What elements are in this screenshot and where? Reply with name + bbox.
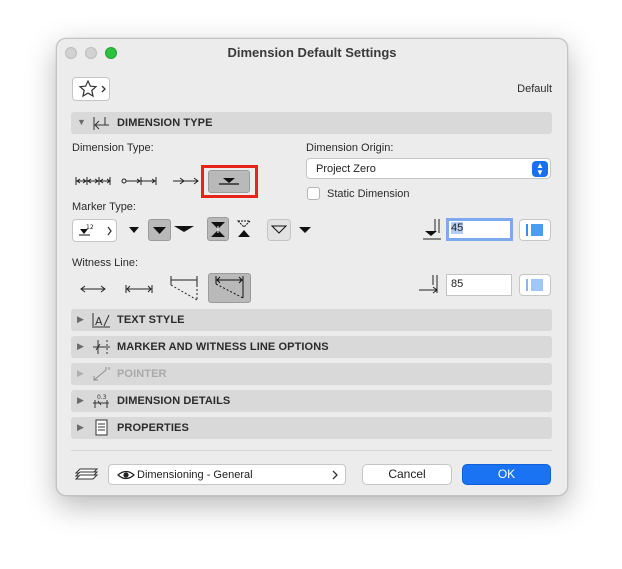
witness-length-field[interactable]: 85 (446, 274, 512, 296)
color-swatch (531, 279, 543, 291)
title-bar: Dimension Default Settings (57, 39, 567, 67)
expanded-triangle-icon: ▼ (77, 117, 86, 127)
marker-wide-icon[interactable] (173, 223, 195, 235)
section-label: POINTER (117, 368, 167, 380)
pen-indicator (526, 224, 528, 236)
witness-length-icon (419, 275, 438, 294)
section-label: DIMENSION TYPE (117, 117, 213, 129)
eye-icon (117, 470, 135, 480)
marker-filled-large-button[interactable] (148, 219, 171, 241)
witness-line-short-icon[interactable] (124, 282, 154, 296)
dimension-origin-value: Project Zero (316, 163, 376, 175)
section-text-style[interactable]: ▶ A TEXT STYLE (71, 309, 552, 331)
collapsed-triangle-icon: ▶ (77, 368, 84, 378)
marker-type-selector[interactable]: 12 (72, 219, 117, 242)
window-title: Dimension Default Settings (227, 45, 397, 60)
marker-angle-icon (423, 219, 441, 240)
marker-solid-small-icon[interactable] (298, 225, 312, 235)
layers-icon (74, 468, 99, 480)
svg-text:0.3: 0.3 (97, 394, 107, 401)
marker-type-label: Marker Type: (72, 201, 136, 213)
pointer-icon (93, 367, 110, 381)
marker-pen-color-button[interactable] (519, 219, 551, 241)
section-dimension-details[interactable]: ▶ 0.3 DIMENSION DETAILS (71, 390, 552, 412)
marker-angle-field[interactable]: 45 (446, 218, 513, 241)
svg-text:12: 12 (86, 224, 94, 231)
witness-line-full-icon (215, 276, 244, 299)
marker-preview-icon: 12 (79, 224, 112, 236)
star-icon (78, 79, 106, 98)
static-dimension-label: Static Dimension (327, 188, 410, 200)
section-dimension-type[interactable]: ▼ DIMENSION TYPE (71, 112, 552, 134)
marker-outline-icon (270, 225, 288, 234)
footer-divider (71, 450, 552, 451)
preset-name: Default (517, 83, 552, 95)
witness-line-dashed-icon[interactable] (169, 275, 199, 303)
witness-length-value: 85 (451, 278, 464, 290)
section-label: DIMENSION DETAILS (117, 395, 231, 407)
cancel-button[interactable]: Cancel (362, 464, 452, 485)
marker-hourglass-icon[interactable] (236, 218, 252, 240)
layer-select[interactable]: Dimensioning - General (108, 464, 346, 485)
collapsed-triangle-icon: ▶ (77, 341, 84, 351)
section-label: MARKER AND WITNESS LINE OPTIONS (117, 341, 329, 353)
document-icon (95, 419, 108, 436)
dimension-origin-select[interactable]: Project Zero ▲ ▼ (306, 158, 551, 179)
collapsed-triangle-icon: ▶ (77, 314, 84, 324)
marker-filled-large-icon (153, 227, 166, 234)
dimension-type-icon (93, 117, 109, 130)
favorites-button[interactable] (72, 77, 110, 101)
dimension-type-linear-icon[interactable] (75, 174, 111, 188)
dimension-type-cumulative-icon[interactable] (121, 174, 157, 188)
marker-witness-icon (93, 340, 110, 354)
dimension-type-label: Dimension Type: (72, 142, 154, 154)
dimension-type-elevation-icon[interactable] (172, 174, 200, 188)
marker-hatched-icon (211, 222, 225, 237)
section-marker-witness[interactable]: ▶ MARKER AND WITNESS LINE OPTIONS (71, 336, 552, 358)
section-properties[interactable]: ▶ PROPERTIES (71, 417, 552, 439)
color-swatch (531, 224, 543, 236)
chevron-updown-icon: ▲ ▼ (532, 161, 548, 177)
section-label: PROPERTIES (117, 422, 189, 434)
collapsed-triangle-icon: ▶ (77, 395, 84, 405)
section-pointer: ▶ POINTER (71, 363, 552, 385)
dialog-window: Dimension Default Settings Default ▼ DIM… (56, 38, 568, 496)
static-dimension-checkbox[interactable] (307, 187, 320, 200)
witness-pen-color-button[interactable] (519, 274, 551, 296)
ok-button[interactable]: OK (462, 464, 551, 485)
marker-filled-small-icon[interactable] (127, 224, 141, 236)
witness-line-none-icon[interactable] (79, 283, 107, 295)
marker-hatched-button[interactable] (207, 217, 229, 241)
pen-indicator (526, 279, 528, 291)
text-style-icon: A (92, 313, 110, 328)
layer-value: Dimensioning - General (137, 469, 253, 481)
highlight-box (201, 165, 258, 198)
witness-line-full-button[interactable] (208, 273, 251, 303)
chevron-right-icon (332, 470, 338, 480)
witness-line-label: Witness Line: (72, 257, 139, 269)
svg-text:A: A (95, 315, 103, 328)
section-label: TEXT STYLE (117, 314, 185, 326)
collapsed-triangle-icon: ▶ (77, 422, 84, 432)
marker-outline-button[interactable] (267, 219, 291, 241)
dimension-origin-label: Dimension Origin: (306, 142, 394, 154)
marker-angle-value: 45 (451, 222, 464, 234)
dimension-details-icon: 0.3 (93, 394, 109, 408)
